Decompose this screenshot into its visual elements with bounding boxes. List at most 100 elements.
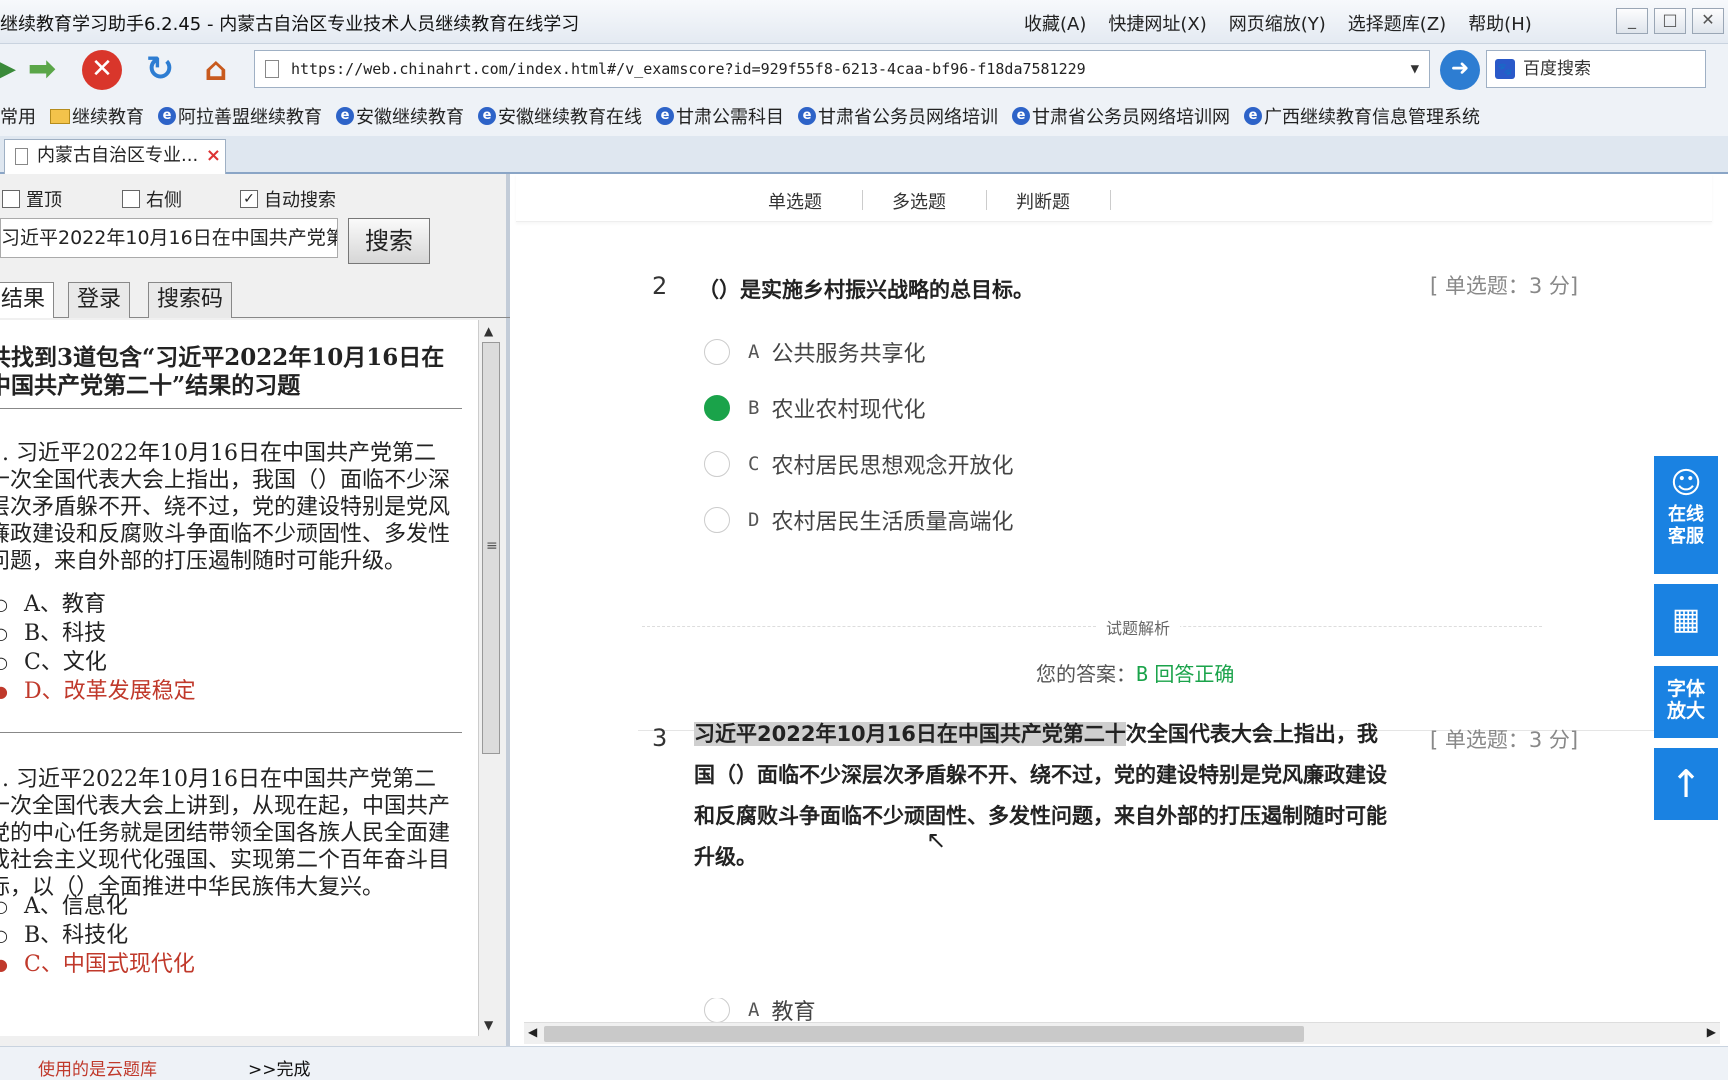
title-bar: 继续教育学习助手6.2.45 - 内蒙古自治区专业技术人员继续教育在线学习 收藏…	[0, 0, 1728, 44]
result-option-correct: ● D、改革发展稳定	[0, 679, 196, 704]
ie-icon: e	[478, 107, 496, 125]
option-c[interactable]: C 农村居民思想观念开放化	[704, 448, 1013, 480]
results-scrollbar[interactable]: ▲ ≡ ▼	[478, 320, 502, 1036]
tab-results[interactable]: 结果	[0, 282, 55, 318]
address-bar[interactable]: https://web.chinahrt.com/index.html#/v_e…	[254, 50, 1430, 88]
right-side-checkbox[interactable]: 右侧	[122, 186, 182, 212]
question-number: 3	[652, 724, 668, 752]
radio-button-selected[interactable]	[704, 395, 730, 421]
chevron-down-icon[interactable]: ▼	[1411, 51, 1419, 87]
radio-button[interactable]	[704, 507, 730, 533]
bookmark-alashan[interactable]: e 阿拉善盟继续教育	[158, 103, 322, 129]
result-options-2: ○ A、信息化 ○ B、科技化 ● C、中国式现代化	[0, 892, 464, 979]
mouse-cursor-icon: ↖	[926, 826, 947, 854]
baidu-paw-icon: 🐾	[1495, 59, 1515, 79]
option-a[interactable]: A 公共服务共享化	[704, 336, 925, 368]
grip-icon: ≡	[486, 538, 498, 554]
query-input[interactable]: 习近平2022年10月16日在中国共产党第	[0, 218, 338, 258]
option-d[interactable]: D 农村居民生活质量高端化	[704, 504, 1013, 536]
bookmark-gansu-gongxu[interactable]: e 甘肃公需科目	[656, 103, 784, 129]
scroll-right-icon[interactable]: ▶	[1707, 1025, 1716, 1039]
question-type-nav: 单选题 多选题 判断题	[516, 174, 1712, 222]
bookmark-gansu-civil[interactable]: e 甘肃省公务员网络培训	[798, 103, 998, 129]
menu-select-bank[interactable]: 选择题库(Z)	[1348, 10, 1446, 36]
page-icon	[265, 60, 279, 78]
go-icon[interactable]: ➜	[1440, 50, 1480, 90]
stop-icon[interactable]: ✕	[82, 50, 122, 90]
close-window-button[interactable]: ✕	[1692, 8, 1724, 34]
font-enlarge-button[interactable]: 字体放大	[1654, 666, 1718, 738]
radio-button[interactable]	[704, 339, 730, 365]
home-icon[interactable]: ⌂	[196, 50, 236, 90]
back-to-top-button[interactable]: ↑	[1654, 748, 1718, 820]
result-option: ○ A、信息化	[0, 894, 128, 919]
scroll-down-icon[interactable]: ▼	[484, 1018, 493, 1032]
tab-login[interactable]: 登录	[68, 282, 131, 318]
question-title: （）是实施乡村振兴战略的总目标。	[698, 278, 1034, 302]
result-option: ○ C、文化	[0, 650, 107, 675]
bookmarks-bar: 常用 继续教育 e 阿拉善盟继续教育 e 安徽继续教育 e 安徽继续教育在线 e 甘肃公…	[0, 96, 1728, 136]
minimize-button[interactable]: _	[1616, 8, 1648, 34]
tab-single-choice[interactable]: 单选题	[768, 188, 822, 214]
results-list: 共找到3道包含“习近平2022年10月16日在中国共产党第二十”结果的习题 1.…	[0, 320, 478, 1036]
auto-search-checkbox[interactable]: ✓ 自动搜索	[240, 186, 336, 212]
scroll-thumb[interactable]	[544, 1026, 1304, 1042]
radio-button[interactable]	[704, 998, 730, 1022]
question-score: [ 单选题：3 分]	[1430, 274, 1579, 298]
bookmark-guangxi[interactable]: e 广西继续教育信息管理系统	[1244, 103, 1480, 129]
check-icon: ✓	[240, 190, 258, 208]
ie-icon: e	[1244, 107, 1262, 125]
page-icon	[15, 148, 28, 165]
refresh-icon[interactable]: ↻	[140, 50, 180, 90]
folder-icon	[50, 108, 70, 124]
result-options-1: ○ A、教育 ○ B、科技 ○ C、文化 ● D、改革发展稳定	[0, 590, 464, 706]
scroll-left-icon[interactable]: ◀	[528, 1025, 537, 1039]
exam-content: 单选题 多选题 判断题 2 （）是实施乡村振兴战略的总目标。 [ 单选题：3 分…	[516, 174, 1728, 1046]
result-option: ○ B、科技	[0, 621, 107, 646]
maximize-button[interactable]: □	[1654, 8, 1686, 34]
menu-favorites[interactable]: 收藏(A)	[1024, 10, 1086, 36]
bookmark-changyong[interactable]: 常用	[0, 103, 36, 129]
question-title: 习近平2022年10月16日在中国共产党第二十次全国代表大会上指出，我国（）面临…	[694, 722, 1387, 869]
option-b[interactable]: B 农业农村现代化	[704, 392, 925, 424]
bookmark-gansu-civil-net[interactable]: e 甘肃省公务员网络培训网	[1012, 103, 1230, 129]
menu-help[interactable]: 帮助(H)	[1468, 10, 1532, 36]
menu-quick-links[interactable]: 快捷网址(X)	[1108, 10, 1206, 36]
bookmark-anhui-online[interactable]: e 安徽继续教育在线	[478, 103, 642, 129]
tab-true-false[interactable]: 判断题	[1016, 188, 1070, 214]
forward-icon[interactable]: ➡	[22, 50, 62, 90]
qr-code-icon: ▦	[1671, 602, 1701, 637]
result-option: ○ A、教育	[0, 592, 106, 617]
tab-multiple-choice[interactable]: 多选题	[892, 188, 946, 214]
divider	[0, 408, 462, 409]
results-header: 共找到3道包含“习近平2022年10月16日在中国共产党第二十”结果的习题	[0, 344, 445, 399]
ie-icon: e	[158, 107, 176, 125]
tab-neimenggu[interactable]: 内蒙古自治区专业... ×	[4, 139, 226, 174]
menu-zoom[interactable]: 网页缩放(Y)	[1229, 10, 1326, 36]
ie-icon: e	[1012, 107, 1030, 125]
baidu-search-input[interactable]: 🐾 百度搜索	[1486, 50, 1706, 88]
your-answer: 您的答案：B 回答正确	[1036, 662, 1235, 686]
customer-service-icon: ☺	[1670, 466, 1702, 501]
online-service-button[interactable]: ☺ 在线客服	[1654, 456, 1718, 574]
ie-icon: e	[656, 107, 674, 125]
question-score: [ 单选题：3 分]	[1430, 728, 1579, 752]
bookmark-jixu-jiaoyu[interactable]: 继续教育	[50, 103, 144, 129]
ie-icon: e	[336, 107, 354, 125]
bookmark-anhui[interactable]: e 安徽继续教育	[336, 103, 464, 129]
search-button[interactable]: 搜索	[348, 218, 430, 264]
horizontal-scrollbar[interactable]: ◀ ▶	[524, 1022, 1720, 1044]
question-number: 2	[652, 272, 668, 300]
qr-code-button[interactable]: ▦	[1654, 584, 1718, 656]
option-a[interactable]: A 教育	[704, 998, 815, 1022]
tab-strip: 内蒙古自治区专业... ×	[0, 136, 1728, 174]
scroll-up-icon[interactable]: ▲	[484, 324, 493, 338]
ie-icon: e	[798, 107, 816, 125]
pin-top-checkbox[interactable]: 置顶	[2, 186, 62, 212]
radio-button[interactable]	[704, 451, 730, 477]
tab-label: 内蒙古自治区专业...	[37, 145, 199, 166]
close-tab-icon[interactable]: ×	[206, 140, 221, 172]
search-placeholder: 百度搜索	[1523, 59, 1591, 79]
tab-search-code[interactable]: 搜索码	[148, 282, 233, 318]
navigation-bar: ▶ ➡ ✕ ↻ ⌂ https://web.chinahrt.com/index…	[0, 44, 1728, 96]
